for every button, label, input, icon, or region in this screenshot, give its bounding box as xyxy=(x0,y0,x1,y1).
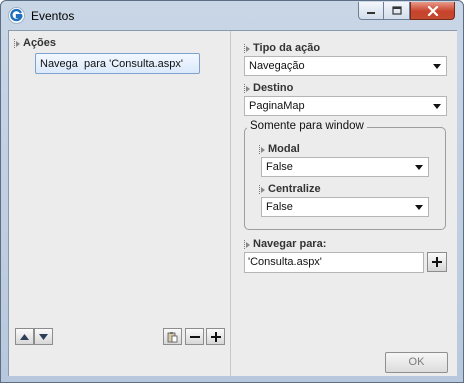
expander-icon xyxy=(244,43,250,53)
dialog-body: Ações Navega para 'Consulta.aspx' Tipo d… xyxy=(8,30,457,376)
app-logo-icon xyxy=(8,7,25,24)
expander-icon xyxy=(244,83,250,93)
centralize-select[interactable]: False xyxy=(261,197,429,217)
expander-icon xyxy=(244,239,250,249)
centralize-value: False xyxy=(266,201,293,213)
clipboard-icon xyxy=(167,331,178,342)
chevron-down-icon xyxy=(433,64,441,69)
actions-panel: Ações Navega para 'Consulta.aspx' xyxy=(9,31,231,376)
navegar-input[interactable]: 'Consulta.aspx' xyxy=(244,252,424,273)
tipo-acao-select[interactable]: Navegação xyxy=(244,56,447,76)
destino-label-text: Destino xyxy=(253,82,294,94)
plus-icon xyxy=(432,257,442,267)
tipo-acao-label-text: Tipo da ação xyxy=(253,42,321,54)
tipo-acao-label: Tipo da ação xyxy=(244,42,320,54)
close-icon xyxy=(427,5,438,16)
centralize-label-text: Centralize xyxy=(268,183,321,195)
add-button[interactable] xyxy=(206,328,225,345)
tipo-acao-value: Navegação xyxy=(249,60,305,72)
navegar-label: Navegar para: xyxy=(244,238,326,250)
expander-icon xyxy=(259,144,265,154)
move-up-button[interactable] xyxy=(15,328,34,345)
remove-button[interactable] xyxy=(185,328,204,345)
actions-toolbar xyxy=(9,328,230,348)
title-bar[interactable]: Eventos xyxy=(1,1,463,30)
group-title: Somente para window xyxy=(247,120,367,132)
modal-label-text: Modal xyxy=(268,143,300,155)
navegar-label-text: Navegar para: xyxy=(253,238,327,250)
plus-icon xyxy=(210,331,221,342)
actions-header-label: Ações xyxy=(23,37,57,49)
arrow-up-icon xyxy=(20,333,29,340)
destino-label: Destino xyxy=(244,82,293,94)
paste-button[interactable] xyxy=(163,328,182,345)
expander-icon xyxy=(259,184,265,194)
window-title: Eventos xyxy=(31,9,75,23)
chevron-down-icon xyxy=(433,104,441,109)
modal-select[interactable]: False xyxy=(261,157,429,177)
centralize-label: Centralize xyxy=(259,183,321,195)
navegar-add-button[interactable] xyxy=(427,252,447,272)
maximize-icon xyxy=(391,6,402,15)
chevron-down-icon xyxy=(415,165,423,170)
properties-panel: Tipo da ação Navegação Destino PaginaMap… xyxy=(231,31,457,376)
minimize-button[interactable] xyxy=(358,2,384,20)
minimize-icon xyxy=(367,11,375,14)
close-button[interactable] xyxy=(410,2,455,20)
eventos-window: Eventos Ações Navega para 'Consulta.aspx… xyxy=(0,0,464,383)
chevron-down-icon xyxy=(415,205,423,210)
actions-header[interactable]: Ações xyxy=(14,37,56,49)
arrow-down-icon xyxy=(39,333,48,340)
minus-icon xyxy=(189,335,200,338)
modal-label: Modal xyxy=(259,143,300,155)
maximize-button[interactable] xyxy=(384,2,410,20)
ok-button[interactable]: OK xyxy=(385,352,448,373)
expander-icon xyxy=(14,38,20,48)
destino-value: PaginaMap xyxy=(249,100,305,112)
modal-value: False xyxy=(266,161,293,173)
action-list-item[interactable]: Navega para 'Consulta.aspx' xyxy=(35,53,200,74)
move-down-button[interactable] xyxy=(34,328,53,345)
destino-select[interactable]: PaginaMap xyxy=(244,96,447,116)
